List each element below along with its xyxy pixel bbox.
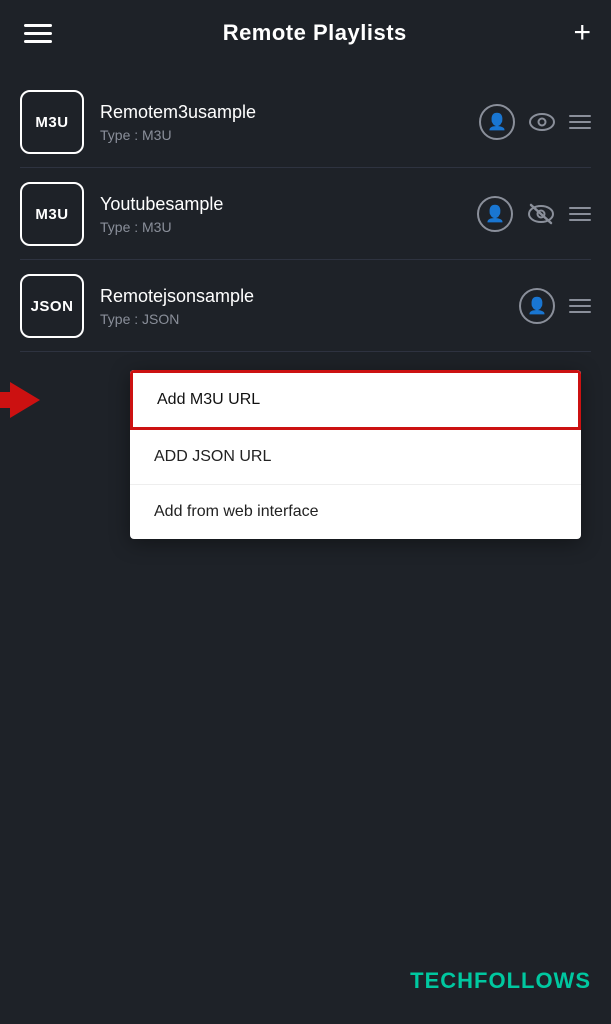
person-icon-2[interactable]: 👤 bbox=[477, 196, 513, 232]
arrow-icon bbox=[10, 382, 40, 418]
playlist-type-2: Type : M3U bbox=[100, 219, 461, 235]
list-item: JSON Remotejsonsample Type : JSON 👤 bbox=[0, 260, 611, 352]
playlist-actions-1: 👤 bbox=[479, 104, 591, 140]
dropdown-item-add-json[interactable]: ADD JSON URL bbox=[130, 430, 581, 485]
dropdown-menu: Add M3U URL ADD JSON URL Add from web in… bbox=[130, 370, 581, 539]
list-item: M3U Remotem3usample Type : M3U 👤 bbox=[0, 76, 611, 168]
menu-icon-2[interactable] bbox=[569, 207, 591, 221]
watermark: TECHFOLLOWS bbox=[410, 968, 591, 994]
menu-button[interactable] bbox=[20, 20, 56, 47]
playlist-name-2: Youtubesample bbox=[100, 194, 461, 215]
type-badge-m3u-2: M3U bbox=[20, 182, 84, 246]
dropdown-item-add-web[interactable]: Add from web interface bbox=[130, 485, 581, 539]
playlist-info-2: Youtubesample Type : M3U bbox=[100, 194, 461, 235]
playlist-list: M3U Remotem3usample Type : M3U 👤 M3U You… bbox=[0, 66, 611, 362]
person-icon-3[interactable]: 👤 bbox=[519, 288, 555, 324]
playlist-name-3: Remotejsonsample bbox=[100, 286, 503, 307]
playlist-actions-2: 👤 bbox=[477, 196, 591, 232]
app-header: Remote Playlists + bbox=[0, 0, 611, 66]
menu-icon-3[interactable] bbox=[569, 299, 591, 313]
add-button[interactable]: + bbox=[573, 18, 591, 48]
menu-icon-1[interactable] bbox=[569, 115, 591, 129]
dropdown-item-add-m3u[interactable]: Add M3U URL bbox=[130, 370, 581, 430]
playlist-info-3: Remotejsonsample Type : JSON bbox=[100, 286, 503, 327]
red-arrow-indicator bbox=[10, 370, 40, 430]
page-title: Remote Playlists bbox=[223, 20, 407, 46]
playlist-actions-3: 👤 bbox=[519, 288, 591, 324]
playlist-type-3: Type : JSON bbox=[100, 311, 503, 327]
list-item: M3U Youtubesample Type : M3U 👤 bbox=[0, 168, 611, 260]
person-icon-1[interactable]: 👤 bbox=[479, 104, 515, 140]
eye-icon-1[interactable] bbox=[529, 113, 555, 131]
type-badge-json: JSON bbox=[20, 274, 84, 338]
eye-slash-icon-2[interactable] bbox=[527, 203, 555, 225]
playlist-info-1: Remotem3usample Type : M3U bbox=[100, 102, 463, 143]
type-badge-m3u-1: M3U bbox=[20, 90, 84, 154]
playlist-name-1: Remotem3usample bbox=[100, 102, 463, 123]
playlist-type-1: Type : M3U bbox=[100, 127, 463, 143]
